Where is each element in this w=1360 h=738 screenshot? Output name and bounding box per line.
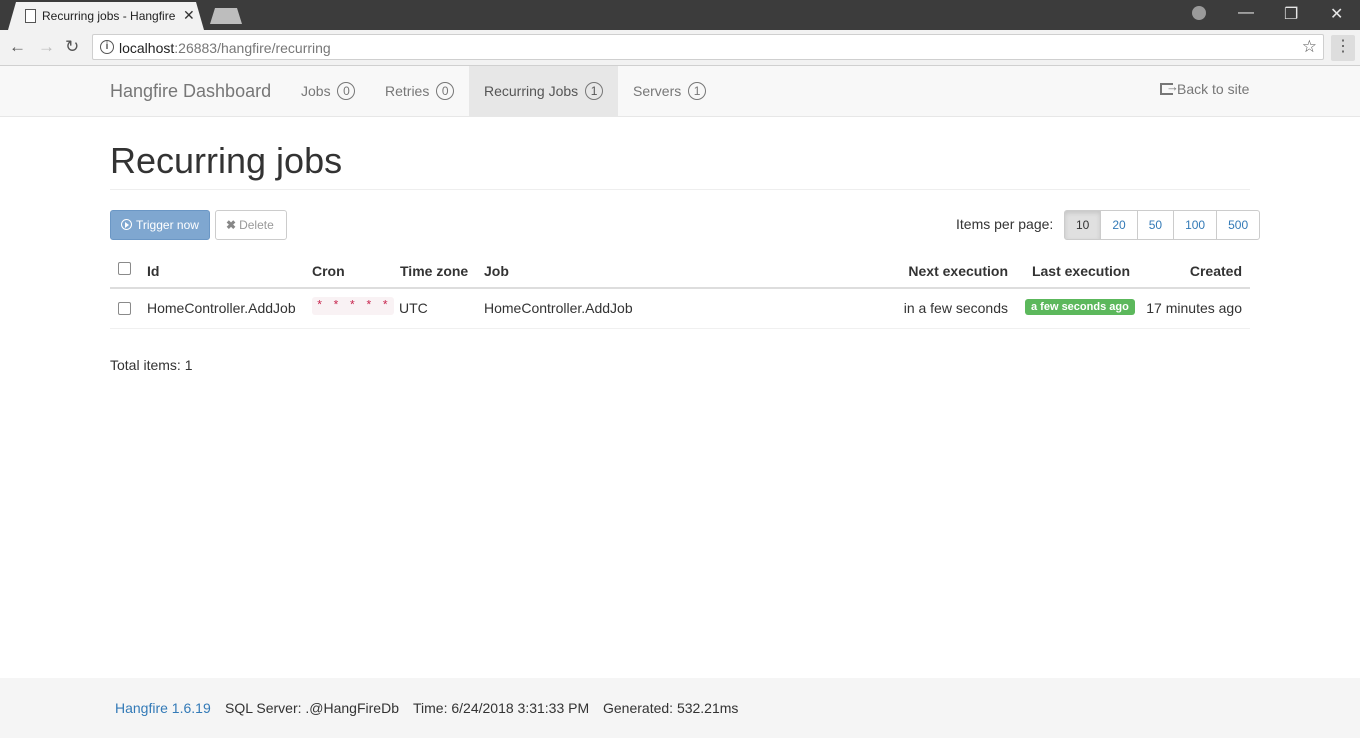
page-title: Recurring jobs <box>110 140 343 181</box>
bookmark-star-icon[interactable]: ☆ <box>1302 37 1317 57</box>
column-header-job[interactable]: Job <box>484 263 509 279</box>
column-header-id[interactable]: Id <box>147 263 159 279</box>
column-header-time-zone[interactable]: Time zone <box>400 263 468 279</box>
version-link[interactable]: Hangfire 1.6.19 <box>115 700 211 716</box>
total-items: Total items: 1 <box>110 357 193 373</box>
play-circle-icon <box>121 219 132 230</box>
cron-expression: * * * * * <box>312 297 394 315</box>
job-name: HomeController.AddJob <box>484 300 633 316</box>
page-size-10[interactable]: 10 <box>1064 210 1102 240</box>
table-header: Id Cron Time zone Job Next execution Las… <box>110 252 1250 289</box>
browser-toolbar: ← → ↻ i localhost:26883/hangfire/recurri… <box>0 30 1360 66</box>
delete-button[interactable]: ✖ Delete <box>215 210 287 240</box>
column-header-created[interactable]: Created <box>1190 263 1242 279</box>
info-icon[interactable]: i <box>100 40 114 54</box>
nav-item-label: Recurring Jobs <box>484 83 579 99</box>
time-zone-value: UTC <box>399 300 428 316</box>
reload-icon[interactable]: ↻ <box>65 37 79 57</box>
column-header-last-execution[interactable]: Last execution <box>1032 263 1130 279</box>
back-to-site-link[interactable]: Back to site <box>1160 79 1250 97</box>
top-navbar: Hangfire Dashboard Jobs 0 Retries 0 Recu… <box>0 66 1360 117</box>
footer: Hangfire 1.6.19 SQL Server: .@HangFireDb… <box>0 678 1360 738</box>
page-icon <box>25 9 36 23</box>
new-tab-button[interactable] <box>210 8 242 24</box>
column-header-cron[interactable]: Cron <box>312 263 345 279</box>
table-row: HomeController.AddJob * * * * * UTC Home… <box>110 289 1250 329</box>
browser-tabstrip: Recurring jobs - Hangfire ✕ — ❐ ✕ <box>0 0 1360 30</box>
back-to-site-label: Back to site <box>1177 81 1250 97</box>
nav-item-label: Retries <box>385 83 430 99</box>
profile-icon[interactable] <box>1192 6 1206 20</box>
sign-out-icon <box>1160 79 1179 95</box>
select-all-checkbox[interactable] <box>118 262 131 275</box>
back-arrow-icon[interactable]: ← <box>9 37 26 57</box>
restore-icon[interactable]: ❐ <box>1284 4 1298 24</box>
trigger-now-button[interactable]: Trigger now <box>110 210 210 240</box>
minimize-icon[interactable]: — <box>1238 4 1254 22</box>
page-size-20[interactable]: 20 <box>1100 210 1138 240</box>
row-checkbox[interactable] <box>118 302 131 315</box>
browser-menu-icon[interactable]: ⋮ <box>1331 35 1355 61</box>
job-id-link[interactable]: HomeController.AddJob <box>147 300 296 316</box>
forward-arrow-icon[interactable]: → <box>38 37 55 57</box>
delete-label: Delete <box>239 218 274 232</box>
trigger-now-label: Trigger now <box>136 218 199 232</box>
items-per-page-label: Items per page: <box>956 216 1054 232</box>
url-text[interactable]: localhost:26883/hangfire/recurring <box>119 40 331 56</box>
nav-item-jobs[interactable]: Jobs 0 <box>286 66 370 116</box>
nav-item-recurring-jobs[interactable]: Recurring Jobs 1 <box>469 66 618 116</box>
page-size-selector: 10 20 50 100 500 <box>1064 210 1261 240</box>
brand-link[interactable]: Hangfire Dashboard <box>110 81 271 102</box>
next-execution-value: in a few seconds <box>903 300 1008 316</box>
column-header-next-execution[interactable]: Next execution <box>908 263 1008 279</box>
server-time: Time: 6/24/2018 3:31:33 PM <box>413 700 590 716</box>
nav-item-retries[interactable]: Retries 0 <box>370 66 469 116</box>
storage-info: SQL Server: .@HangFireDb <box>225 700 399 716</box>
close-window-icon[interactable]: ✕ <box>1330 4 1343 24</box>
count-badge: 1 <box>585 82 604 100</box>
browser-tab[interactable]: Recurring jobs - Hangfire ✕ <box>8 2 204 30</box>
divider <box>110 189 1250 190</box>
remove-icon: ✖ <box>226 218 237 232</box>
page-size-50[interactable]: 50 <box>1136 210 1175 240</box>
count-badge: 0 <box>337 82 356 100</box>
count-badge: 1 <box>688 82 707 100</box>
recurring-jobs-table: Id Cron Time zone Job Next execution Las… <box>110 252 1250 329</box>
count-badge: 0 <box>436 82 455 100</box>
page-size-500[interactable]: 500 <box>1216 210 1261 240</box>
close-tab-icon[interactable]: ✕ <box>183 7 195 24</box>
page-size-100[interactable]: 100 <box>1173 210 1218 240</box>
last-execution-badge[interactable]: a few seconds ago <box>1025 299 1135 315</box>
generation-time: Generated: 532.21ms <box>603 700 739 716</box>
nav-item-label: Servers <box>633 83 682 99</box>
address-bar[interactable]: i localhost:26883/hangfire/recurring ☆ <box>92 34 1324 60</box>
nav-item-servers[interactable]: Servers 1 <box>618 66 721 116</box>
tab-title: Recurring jobs - Hangfire <box>42 9 176 23</box>
nav-item-label: Jobs <box>301 83 331 99</box>
created-value: 17 minutes ago <box>1146 300 1242 316</box>
